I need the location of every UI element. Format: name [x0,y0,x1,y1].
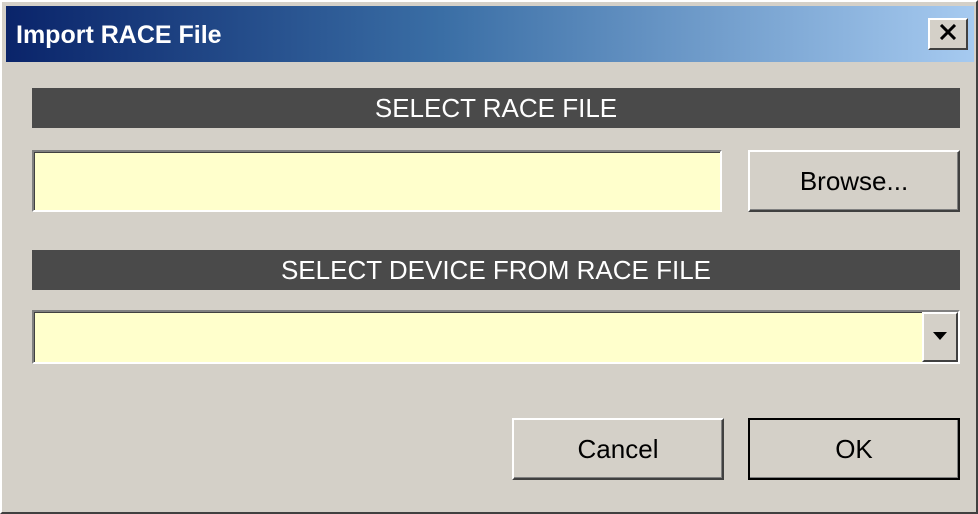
cancel-button[interactable]: Cancel [512,418,724,480]
device-select-dropdown[interactable] [32,310,960,364]
dropdown-toggle-button[interactable] [922,312,958,362]
window-title: Import RACE File [16,21,222,49]
import-race-file-dialog: Import RACE File SELECT RACE FILE Browse… [0,0,978,514]
browse-button[interactable]: Browse... [748,150,960,212]
title-bar[interactable]: Import RACE File [6,6,974,62]
race-file-path-input[interactable] [34,152,720,210]
close-button[interactable] [928,18,968,50]
chevron-down-icon [932,328,948,346]
select-device-header: SELECT DEVICE FROM RACE FILE [32,250,960,290]
select-race-file-header: SELECT RACE FILE [32,88,960,128]
close-icon [939,23,957,45]
race-file-path-field[interactable] [32,150,722,212]
ok-button[interactable]: OK [748,418,960,480]
